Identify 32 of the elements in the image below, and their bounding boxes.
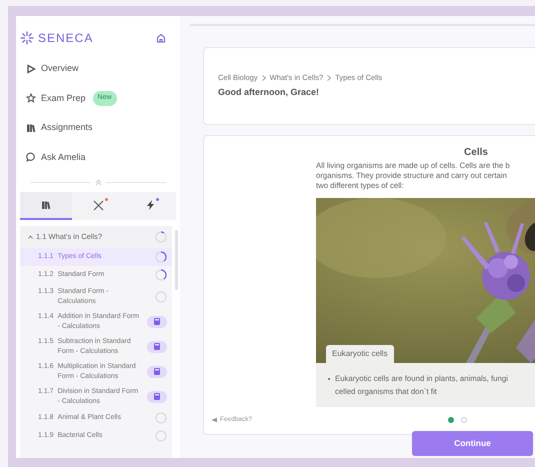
chevron-right-icon	[262, 74, 266, 81]
continue-button[interactable]: Continue	[412, 431, 533, 456]
calculator-icon	[154, 343, 160, 350]
chat-bubble-icon	[26, 152, 36, 162]
nav-item[interactable]: Exam Prep	[41, 92, 86, 105]
greeting: Good afternoon, Grace!	[218, 86, 320, 100]
play-icon	[26, 64, 36, 74]
star-icon	[26, 93, 36, 104]
lightning-icon	[146, 200, 154, 210]
collapse-icon[interactable]	[94, 178, 102, 186]
nav-item[interactable]: Assignments	[41, 121, 93, 134]
progress-ring-icon	[155, 430, 167, 442]
cross-icon	[92, 200, 104, 210]
progress-ring-icon	[155, 251, 167, 263]
calculator-icon	[154, 368, 160, 375]
calculator-icon	[154, 393, 160, 400]
lesson-title: Cells	[463, 147, 489, 159]
chevron-right-icon	[327, 74, 332, 81]
calculator-icon	[154, 318, 160, 325]
progress-ring-icon	[155, 412, 167, 424]
books-icon	[26, 122, 36, 133]
nav-item[interactable]: Overview	[41, 62, 79, 76]
logo-text: SENECA	[38, 32, 94, 44]
progress-ring-icon	[155, 290, 167, 302]
progress-ring-icon	[155, 231, 167, 243]
progress-ring-icon	[155, 269, 167, 281]
megaphone-icon	[212, 416, 218, 423]
home-icon[interactable]	[156, 32, 166, 42]
sidebar-tab[interactable]	[20, 192, 72, 220]
books-icon	[41, 200, 51, 210]
nav-item[interactable]: Ask Amelia	[41, 150, 86, 164]
logo-icon	[20, 30, 34, 44]
